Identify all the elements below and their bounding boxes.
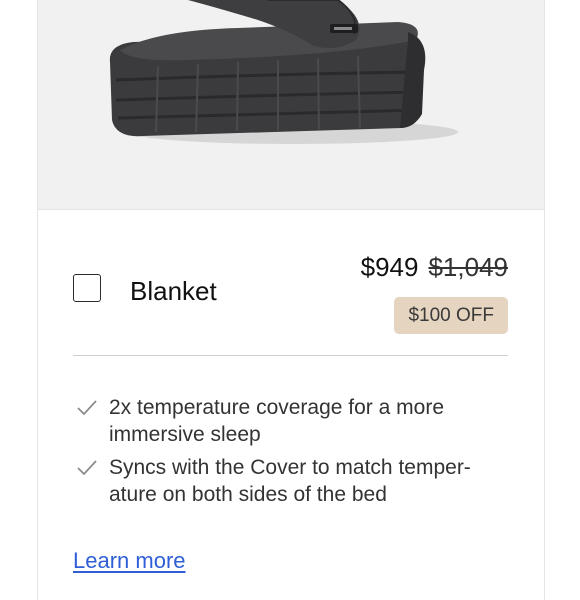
discount-badge: $100 OFF: [394, 297, 508, 334]
checkmark-icon: [77, 400, 97, 416]
learn-more-link[interactable]: Learn more: [73, 546, 186, 576]
feature-list: 2x temperature coverage for a more immer…: [73, 394, 513, 514]
product-name: Blanket: [130, 276, 217, 306]
product-image: [38, 0, 544, 209]
checkmark-icon: [77, 460, 97, 476]
feature-text: 2x temperature coverage for a more immer…: [109, 396, 444, 446]
image-divider: [38, 209, 544, 210]
feature-item: 2x temperature coverage for a more immer…: [73, 394, 513, 448]
product-option-card: Blanket $949 $1,049 $100 OFF 2x temperatu…: [37, 0, 545, 600]
feature-text: Syncs with the Cover to match temper-atu…: [109, 456, 471, 506]
current-price: $949: [360, 252, 419, 282]
price-row: $949 $1,049: [361, 251, 508, 283]
blanket-checkbox[interactable]: [73, 274, 101, 302]
blanket-illustration: [109, 0, 458, 144]
section-divider: [73, 355, 508, 356]
feature-item: Syncs with the Cover to match temper-atu…: [73, 454, 513, 508]
original-price: $1,049: [428, 252, 508, 282]
